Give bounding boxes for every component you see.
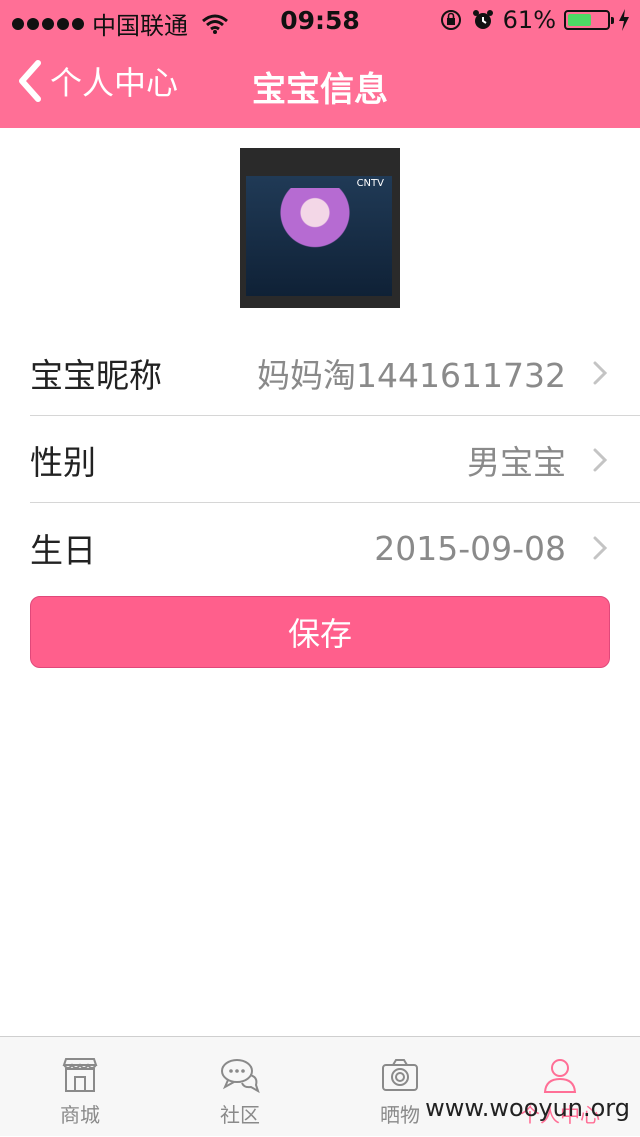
tab-shop[interactable]: 商城 [0,1037,160,1137]
tab-label: 商城 [60,1103,100,1127]
chevron-right-icon [593,361,608,385]
charging-icon [619,9,629,31]
avatar-photo-logo: CNTV [356,178,384,189]
save-button[interactable]: 保存 [30,596,610,668]
birthday-label: 生日 [30,531,96,570]
chevron-right-icon [593,448,608,472]
status-bar: 中国联通 09:58 61% [0,0,640,40]
gender-label: 性别 [30,443,96,482]
divider [30,415,640,416]
avatar-photo-character [280,188,350,270]
chevron-right-icon [593,536,608,560]
gender-value: 男宝宝 [467,443,566,482]
battery-percent: 61% [502,6,556,34]
rotation-lock-icon [440,10,461,30]
tab-label: 社区 [220,1103,260,1127]
nickname-label: 宝宝昵称 [30,356,162,395]
birthday-row[interactable]: 生日 2015-09-08 [30,505,610,591]
baby-avatar[interactable]: CNTV [240,148,400,308]
chat-icon [221,1059,260,1094]
battery-icon [564,10,614,30]
nav-bar: 个人中心 宝宝信息 [0,40,640,128]
gender-row[interactable]: 性别 男宝宝 [30,417,610,503]
tab-personal-center[interactable]: 个人中心 [480,1037,640,1137]
nickname-value: 妈妈淘1441611732 [257,356,566,395]
tab-community[interactable]: 社区 [160,1037,320,1137]
birthday-value: 2015-09-08 [374,528,566,568]
page-title: 宝宝信息 [252,70,388,110]
shop-icon [62,1058,98,1092]
person-icon [543,1059,577,1093]
alarm-icon [472,10,493,29]
status-right: 61% [439,6,630,34]
watermark: www.wooyun.org [425,1094,630,1122]
camera-icon [382,1059,418,1091]
tab-show[interactable]: 晒物 [320,1037,480,1137]
divider [30,502,640,503]
nickname-row[interactable]: 宝宝昵称 妈妈淘1441611732 [30,330,610,416]
header: 中国联通 09:58 61% 个人中心 宝宝信息 [0,0,640,128]
